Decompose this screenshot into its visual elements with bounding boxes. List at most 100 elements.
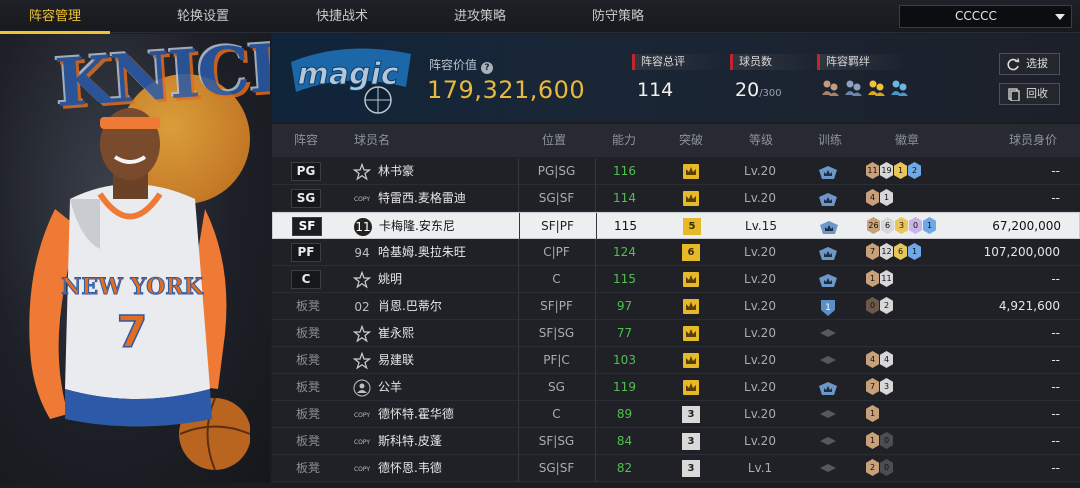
- badge-count-icon[interactable]: 6: [881, 217, 894, 234]
- training-crown-icon[interactable]: [817, 272, 839, 288]
- player-level: Lv.20: [744, 353, 776, 367]
- header-ability[interactable]: 能力: [612, 124, 636, 157]
- player-name[interactable]: 哈基姆.奥拉朱旺: [378, 239, 466, 266]
- player-name[interactable]: 崔永熙: [378, 320, 414, 347]
- training-crown-icon[interactable]: [818, 219, 840, 235]
- crown-icon[interactable]: [682, 352, 700, 369]
- training-locked-icon[interactable]: [817, 407, 839, 423]
- breakthrough-level-badge[interactable]: 3: [682, 460, 700, 477]
- badge-count-icon[interactable]: 4: [880, 351, 893, 368]
- tab-defense-strategy[interactable]: 防守策略: [558, 0, 678, 33]
- badge-count-icon[interactable]: 11: [866, 162, 879, 179]
- badge-count-icon[interactable]: 1: [866, 270, 879, 287]
- team-select-dropdown[interactable]: CCCCC: [899, 5, 1072, 28]
- table-row[interactable]: 板凳 COPY 斯科特.皮蓬 SF|SG 84 3 Lv.20 1 0 --: [272, 428, 1080, 455]
- table-row[interactable]: SG COPY 特雷西.麦格雷迪 SG|SF 114 Lv.20 4 1 --: [272, 185, 1080, 212]
- crown-icon[interactable]: [682, 190, 700, 207]
- help-icon[interactable]: ?: [481, 62, 494, 74]
- player-name[interactable]: 德怀恩.韦德: [378, 455, 442, 482]
- tab-quick-tactics[interactable]: 快捷战术: [282, 0, 402, 33]
- table-row[interactable]: SF 11 卡梅隆.安东尼 SF|PF 115 5 Lv.15 26 6 3 0 1 67,200,00…: [272, 212, 1080, 240]
- player-name[interactable]: 特雷西.麦格雷迪: [378, 185, 466, 212]
- header-level[interactable]: 等级: [749, 124, 773, 157]
- bond-yellow-icon[interactable]: [867, 78, 886, 97]
- badge-count-icon[interactable]: 0: [880, 459, 893, 476]
- badge-count-icon[interactable]: 0: [866, 297, 879, 314]
- crown-icon[interactable]: [682, 163, 700, 180]
- badge-count-icon[interactable]: 12: [880, 243, 893, 260]
- tab-offense-strategy[interactable]: 进攻策略: [420, 0, 540, 33]
- badge-count-icon[interactable]: 3: [880, 378, 893, 395]
- breakthrough-level-badge[interactable]: 3: [682, 406, 700, 423]
- player-name[interactable]: 德怀特.霍华德: [378, 401, 454, 428]
- training-crown-icon[interactable]: [817, 245, 839, 261]
- badge-count-icon[interactable]: 0: [880, 432, 893, 449]
- badge-count-icon[interactable]: 1: [866, 432, 879, 449]
- player-name[interactable]: 卡梅隆.安东尼: [379, 213, 455, 240]
- crown-icon[interactable]: [682, 271, 700, 288]
- badge-count-icon[interactable]: 2: [866, 459, 879, 476]
- badge-count-icon[interactable]: 11: [880, 270, 893, 287]
- table-row[interactable]: PG 林书豪 PG|SG 116 Lv.20 11 19 1 2 --: [272, 158, 1080, 185]
- player-name[interactable]: 姚明: [378, 266, 402, 293]
- badge-count-icon[interactable]: 1: [894, 162, 907, 179]
- header-training[interactable]: 训练: [818, 124, 842, 157]
- breakthrough-level-badge[interactable]: 3: [682, 433, 700, 450]
- table-row[interactable]: 板凳 公羊 SG 119 Lv.20 7 3 --: [272, 374, 1080, 401]
- training-locked-icon[interactable]: [817, 326, 839, 342]
- player-name[interactable]: 易建联: [378, 347, 414, 374]
- badge-count-icon[interactable]: 6: [894, 243, 907, 260]
- table-row[interactable]: 板凳 COPY 德怀恩.韦德 SG|SF 82 3 Lv.1 2 0 --: [272, 455, 1080, 482]
- badge-count-icon[interactable]: 7: [866, 378, 879, 395]
- training-level-icon[interactable]: 1: [817, 299, 839, 316]
- header-lineup[interactable]: 阵容: [294, 124, 318, 157]
- header-breakthrough[interactable]: 突破: [679, 124, 703, 157]
- badge-count-icon[interactable]: 4: [866, 351, 879, 368]
- breakthrough-level-badge[interactable]: 6: [682, 244, 700, 261]
- bond-blue-icon[interactable]: [890, 78, 909, 97]
- table-row[interactable]: C 姚明 C 115 Lv.20 1 11 --: [272, 266, 1080, 293]
- training-crown-icon[interactable]: [817, 191, 839, 207]
- player-name[interactable]: 公羊: [378, 374, 402, 401]
- table-row[interactable]: 板凳 COPY 德怀特.霍华德 C 89 3 Lv.20 1 --: [272, 401, 1080, 428]
- table-row[interactable]: PF 94 哈基姆.奥拉朱旺 C|PF 124 6 Lv.20 7 12 6 1 107,200,00…: [272, 239, 1080, 266]
- training-crown-icon[interactable]: [817, 380, 839, 396]
- table-row[interactable]: 板凳 崔永熙 SF|SG 77 Lv.20 --: [272, 320, 1080, 347]
- crown-icon[interactable]: [682, 379, 700, 396]
- badge-count-icon[interactable]: 1: [880, 189, 893, 206]
- badge-list: 1: [866, 405, 879, 424]
- badge-count-icon[interactable]: 7: [866, 243, 879, 260]
- badge-count-icon[interactable]: 2: [908, 162, 921, 179]
- badge-count-icon[interactable]: 19: [880, 162, 893, 179]
- crown-icon[interactable]: [682, 298, 700, 315]
- training-locked-icon[interactable]: [817, 353, 839, 369]
- training-locked-icon[interactable]: [817, 434, 839, 450]
- tab-rotation-settings[interactable]: 轮换设置: [143, 0, 263, 33]
- badge-count-icon[interactable]: 3: [895, 217, 908, 234]
- badge-count-icon[interactable]: 0: [909, 217, 922, 234]
- training-locked-icon[interactable]: [817, 461, 839, 477]
- recycle-button[interactable]: 回收: [999, 83, 1060, 105]
- bond-blue-icon[interactable]: [844, 78, 863, 97]
- badge-count-icon[interactable]: 26: [867, 217, 880, 234]
- table-row[interactable]: 板凳 易建联 PF|C 103 Lv.20 4 4 --: [272, 347, 1080, 374]
- badge-count-icon[interactable]: 2: [880, 297, 893, 314]
- select-button[interactable]: 选拔: [999, 53, 1060, 75]
- breakthrough-level-badge[interactable]: 5: [683, 218, 701, 235]
- training-crown-icon[interactable]: [817, 164, 839, 180]
- badge-count-icon[interactable]: 1: [866, 405, 879, 422]
- badge-count-icon[interactable]: 4: [866, 189, 879, 206]
- player-name[interactable]: 肖恩.巴蒂尔: [378, 293, 442, 320]
- badge-count-icon[interactable]: 1: [923, 217, 936, 234]
- badge-count-icon[interactable]: 1: [908, 243, 921, 260]
- header-position[interactable]: 位置: [542, 124, 566, 157]
- player-name[interactable]: 林书豪: [378, 158, 414, 185]
- bond-gray-icon[interactable]: [821, 78, 840, 97]
- header-player-name[interactable]: 球员名: [354, 124, 390, 157]
- table-row[interactable]: 板凳 02 肖恩.巴蒂尔 SF|PF 97 Lv.20 1 0 2 4,921,600: [272, 293, 1080, 320]
- crown-icon[interactable]: [682, 325, 700, 342]
- tab-lineup-management[interactable]: 阵容管理: [0, 0, 110, 34]
- header-badges[interactable]: 徽章: [895, 124, 919, 157]
- player-name[interactable]: 斯科特.皮蓬: [378, 428, 442, 455]
- header-salary[interactable]: 球员身价: [1009, 124, 1057, 157]
